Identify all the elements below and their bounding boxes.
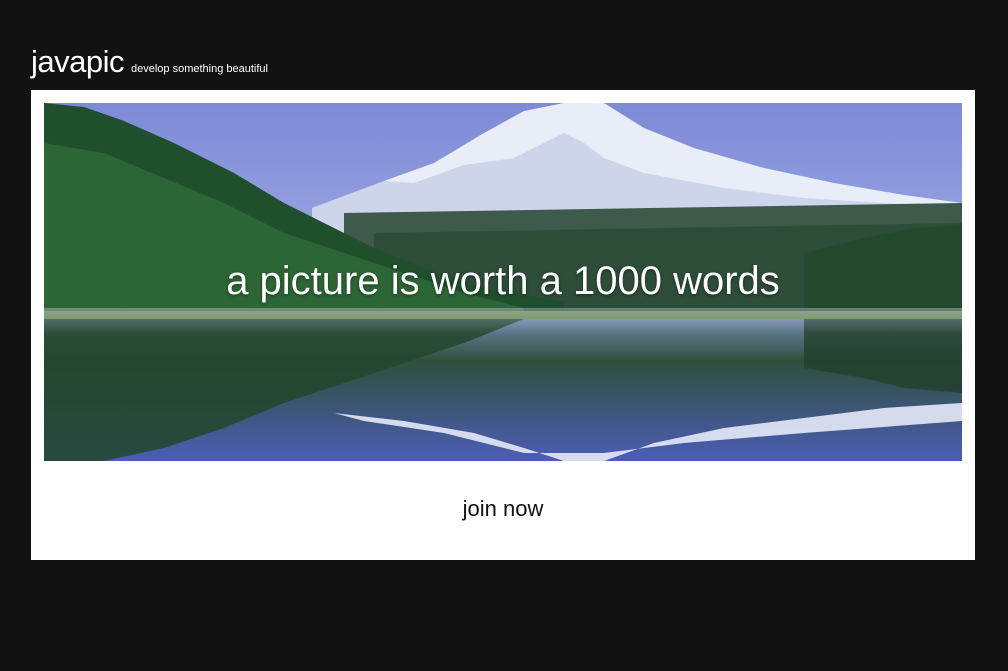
- hero-banner: a picture is worth a 1000 words: [44, 103, 962, 461]
- join-now-link[interactable]: join now: [31, 496, 975, 522]
- main-card: a picture is worth a 1000 words join now: [31, 90, 975, 560]
- hero-caption: a picture is worth a 1000 words: [226, 259, 780, 303]
- site-header: javapic develop something beautiful: [31, 44, 268, 80]
- site-tagline: develop something beautiful: [131, 63, 268, 75]
- brand-logo[interactable]: javapic: [31, 44, 125, 80]
